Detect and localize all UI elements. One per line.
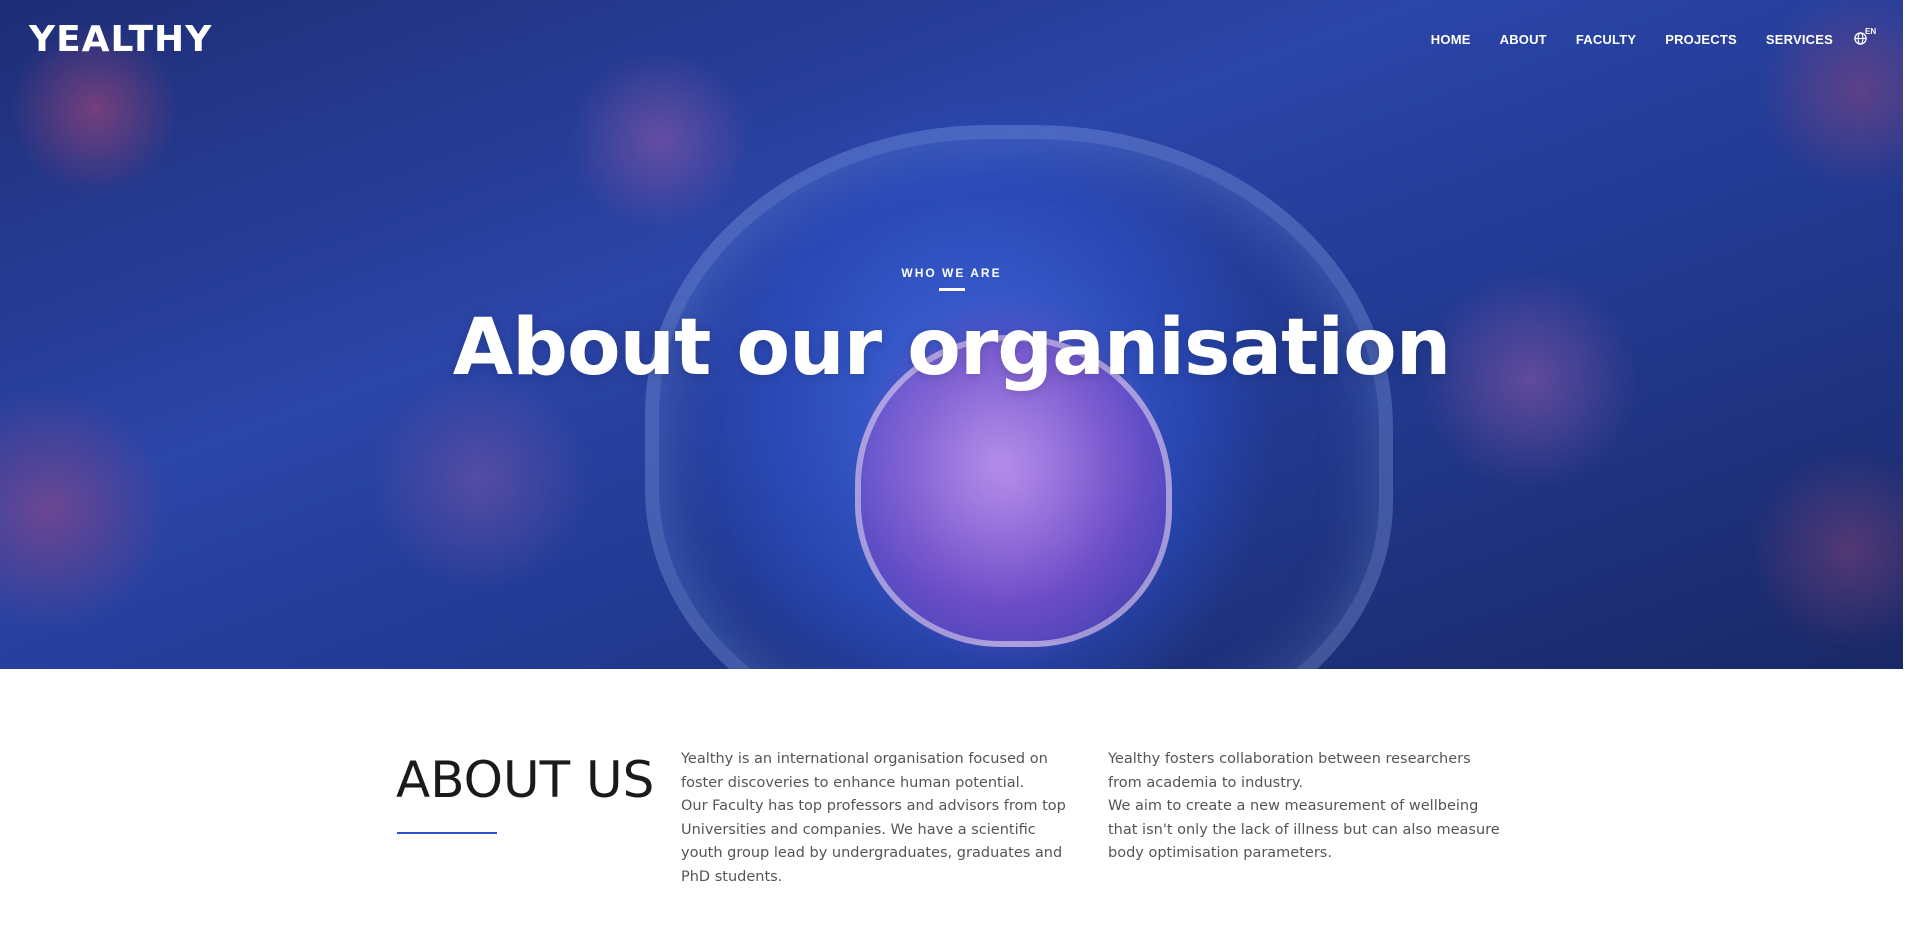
about-paragraph: Yealthy fosters collaboration between re… (1108, 751, 1471, 791)
nav-services[interactable]: SERVICES (1766, 32, 1833, 47)
site-logo[interactable]: YEALTHY (29, 19, 212, 60)
about-column-right: Yealthy fosters collaboration between re… (1108, 748, 1508, 866)
hero-title: About our organisation (452, 303, 1451, 393)
nav-about[interactable]: ABOUT (1500, 32, 1547, 47)
hero-banner: YEALTHY HOME ABOUT FACULTY PROJECTS SERV… (0, 0, 1903, 669)
about-section: ABOUT US Yealthy is an international org… (0, 669, 1905, 928)
about-paragraph: We aim to create a new measurement of we… (1108, 798, 1500, 861)
language-switcher[interactable]: EN (1854, 27, 1878, 47)
nav-faculty[interactable]: FACULTY (1576, 32, 1636, 47)
about-paragraph: Yealthy is an international organisation… (681, 751, 1048, 791)
about-column-left: Yealthy is an international organisation… (681, 748, 1076, 889)
eyebrow-divider (938, 288, 965, 291)
about-paragraph: Our Faculty has top professors and advis… (681, 798, 1066, 885)
main-nav: HOME ABOUT FACULTY PROJECTS SERVICES (1431, 32, 1833, 47)
nav-projects[interactable]: PROJECTS (1665, 32, 1737, 47)
about-title: ABOUT US (396, 751, 655, 809)
hero-eyebrow: WHO WE ARE (901, 266, 1002, 280)
about-title-underline (397, 832, 497, 834)
page: YEALTHY HOME ABOUT FACULTY PROJECTS SERV… (0, 0, 1905, 928)
nav-home[interactable]: HOME (1431, 32, 1471, 47)
language-code: EN (1865, 27, 1877, 36)
hero-content: WHO WE ARE About our organisation (0, 266, 1903, 393)
